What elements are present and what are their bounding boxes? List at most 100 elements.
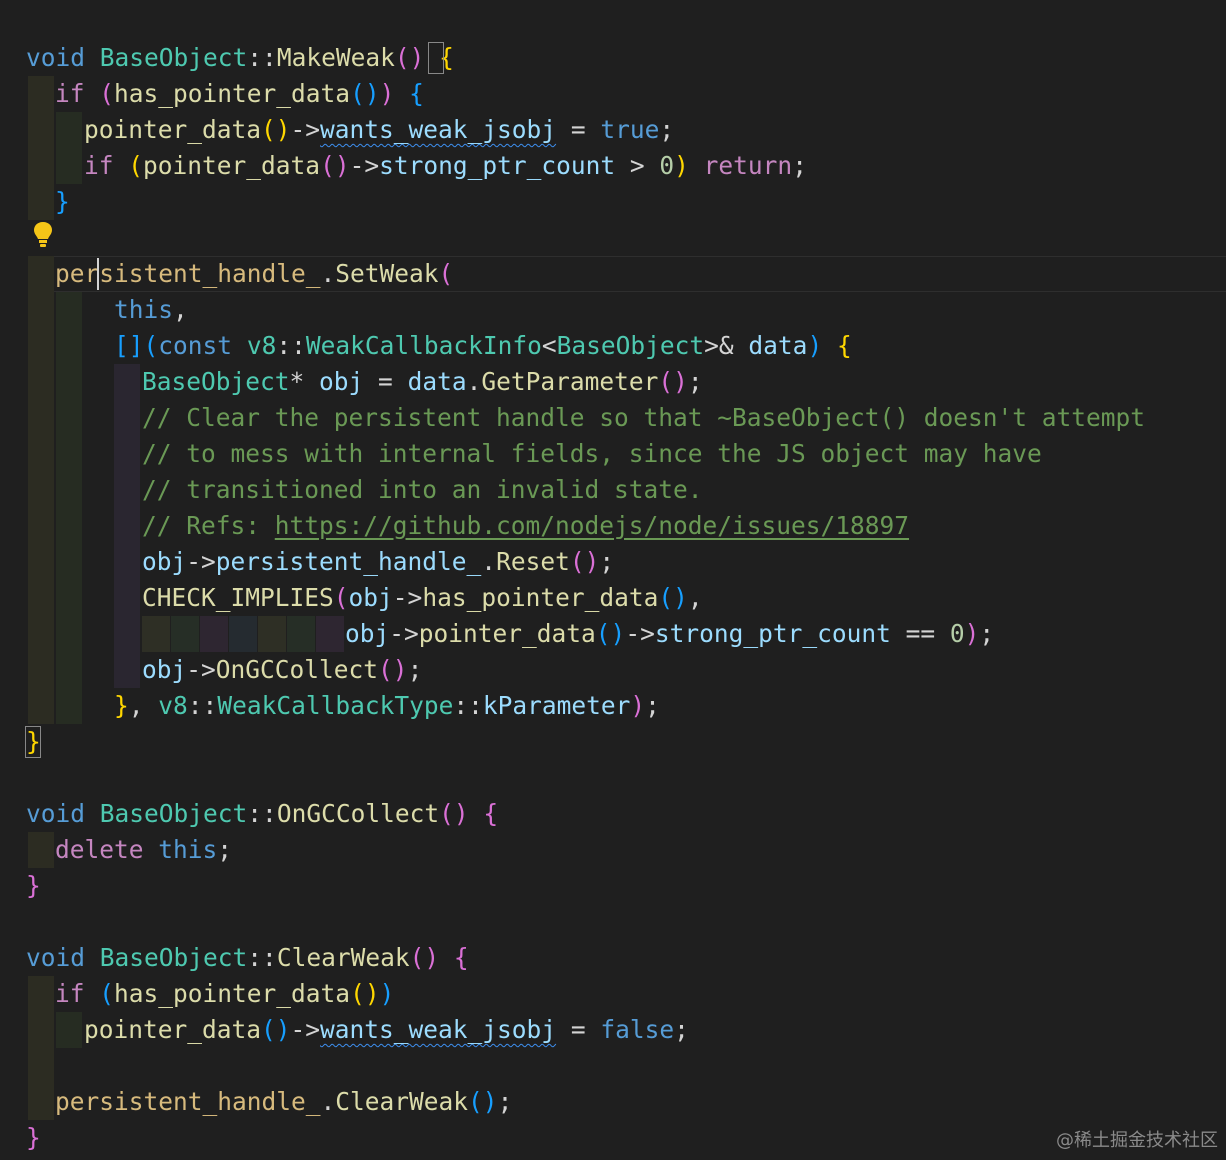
code-token: ) xyxy=(630,691,646,720)
indent-guide xyxy=(28,256,54,724)
code-token: () xyxy=(350,79,380,108)
code-token: ( xyxy=(128,151,144,180)
code-editor[interactable]: void BaseObject::MakeWeak() {if (has_poi… xyxy=(0,0,1226,1160)
code-line: obj->pointer_data()->strong_ptr_count ==… xyxy=(345,616,994,652)
code-token: persistent_handle_ xyxy=(215,547,482,576)
code-token: () xyxy=(261,1015,291,1044)
code-token: // Clear the persistent handle so that ~… xyxy=(142,403,1146,432)
code-token: () xyxy=(261,115,291,144)
code-line: void BaseObject::OnGCCollect() { xyxy=(26,796,498,832)
code-line: BaseObject* obj = data.GetParameter(); xyxy=(142,364,703,400)
code-token: () xyxy=(320,151,350,180)
code-line: }, v8::WeakCallbackType::kParameter); xyxy=(114,688,660,724)
code-token: false xyxy=(600,1015,675,1044)
code-token: >& xyxy=(704,331,734,360)
alignment-stripe xyxy=(316,616,344,652)
code-token: void xyxy=(26,799,86,828)
code-token: . xyxy=(320,1087,336,1116)
code-line: } xyxy=(26,1120,41,1156)
code-token: has_pointer_data xyxy=(114,79,351,108)
code-token: [] xyxy=(114,331,144,360)
code-token: == xyxy=(890,619,950,648)
code-token: has_pointer_data xyxy=(422,583,659,612)
code-token: () xyxy=(350,979,380,1008)
code-line: } xyxy=(55,184,70,220)
code-token: GetParameter xyxy=(481,367,659,396)
code-token: void xyxy=(26,943,86,972)
lightbulb-icon[interactable] xyxy=(31,220,55,250)
code-token: ClearWeak xyxy=(276,943,410,972)
alignment-stripe xyxy=(200,616,228,652)
code-token: // transitioned into an invalid state. xyxy=(142,475,703,504)
text-caret xyxy=(97,258,99,290)
code-token: () xyxy=(394,43,425,72)
code-line: if (pointer_data()->strong_ptr_count > 0… xyxy=(84,148,807,184)
alignment-stripe xyxy=(142,616,170,652)
code-token: this xyxy=(158,835,218,864)
code-token: obj xyxy=(142,655,187,684)
code-token: ; xyxy=(645,691,660,720)
code-token: () xyxy=(468,1087,498,1116)
code-token: , xyxy=(128,691,159,720)
code-token: -> xyxy=(349,151,380,180)
matching-bracket-close xyxy=(25,726,41,758)
code-token: obj xyxy=(348,583,393,612)
code-line: persistent_handle_.ClearWeak(); xyxy=(55,1084,512,1120)
code-token: BaseObject xyxy=(142,367,290,396)
code-token: SetWeak xyxy=(335,259,439,288)
code-token: WeakCallbackType xyxy=(217,691,454,720)
alignment-stripe xyxy=(171,616,199,652)
code-token: -> xyxy=(290,115,321,144)
code-token: void xyxy=(26,43,86,72)
watermark-text: @稀土掘金技术社区 xyxy=(1056,1130,1218,1151)
matching-bracket-open xyxy=(428,42,444,74)
code-token: // Refs: xyxy=(142,511,275,540)
code-token: strong_ptr_count xyxy=(654,619,891,648)
code-token: ) xyxy=(379,79,395,108)
code-token: () xyxy=(595,619,626,648)
code-line: pointer_data()->wants_weak_jsobj = true; xyxy=(84,112,674,148)
code-token: { xyxy=(836,331,852,360)
code-line: obj->OnGCCollect(); xyxy=(142,652,422,688)
code-token: = xyxy=(363,367,408,396)
code-token: () xyxy=(658,367,688,396)
code-token: } xyxy=(114,691,129,720)
code-token: ( xyxy=(333,583,349,612)
code-token: OnGCCollect xyxy=(215,655,379,684)
code-token: ; xyxy=(674,1015,689,1044)
code-token: -> xyxy=(186,547,216,576)
code-token: () xyxy=(569,547,600,576)
code-token: BaseObject xyxy=(99,943,248,972)
code-token: v8 xyxy=(246,331,277,360)
code-token: obj xyxy=(319,367,364,396)
code-token: () xyxy=(409,943,440,972)
code-token: :: xyxy=(453,691,483,720)
code-token: pointer_data xyxy=(143,151,321,180)
code-token: ( xyxy=(99,979,115,1008)
code-token: > xyxy=(615,151,660,180)
code-token: BaseObject xyxy=(99,43,248,72)
code-token: wants_weak_jsobj xyxy=(320,115,557,144)
code-token: ; xyxy=(599,547,615,576)
code-token: ( xyxy=(438,259,454,288)
code-token: ) xyxy=(379,979,395,1008)
code-token: if xyxy=(55,979,85,1008)
code-token: OnGCCollect xyxy=(276,799,440,828)
code-token: } xyxy=(26,871,41,900)
code-line: CHECK_IMPLIES(obj->has_pointer_data(), xyxy=(142,580,703,616)
indent-guide xyxy=(56,292,82,724)
alignment-stripe xyxy=(258,616,286,652)
code-token: kParameter xyxy=(482,691,631,720)
code-token: -> xyxy=(290,1015,321,1044)
code-token: delete xyxy=(55,835,144,864)
code-line: void BaseObject::MakeWeak() { xyxy=(26,40,454,76)
code-token: ; xyxy=(659,115,675,144)
code-token: -> xyxy=(389,619,419,648)
code-token: strong_ptr_count xyxy=(379,151,616,180)
